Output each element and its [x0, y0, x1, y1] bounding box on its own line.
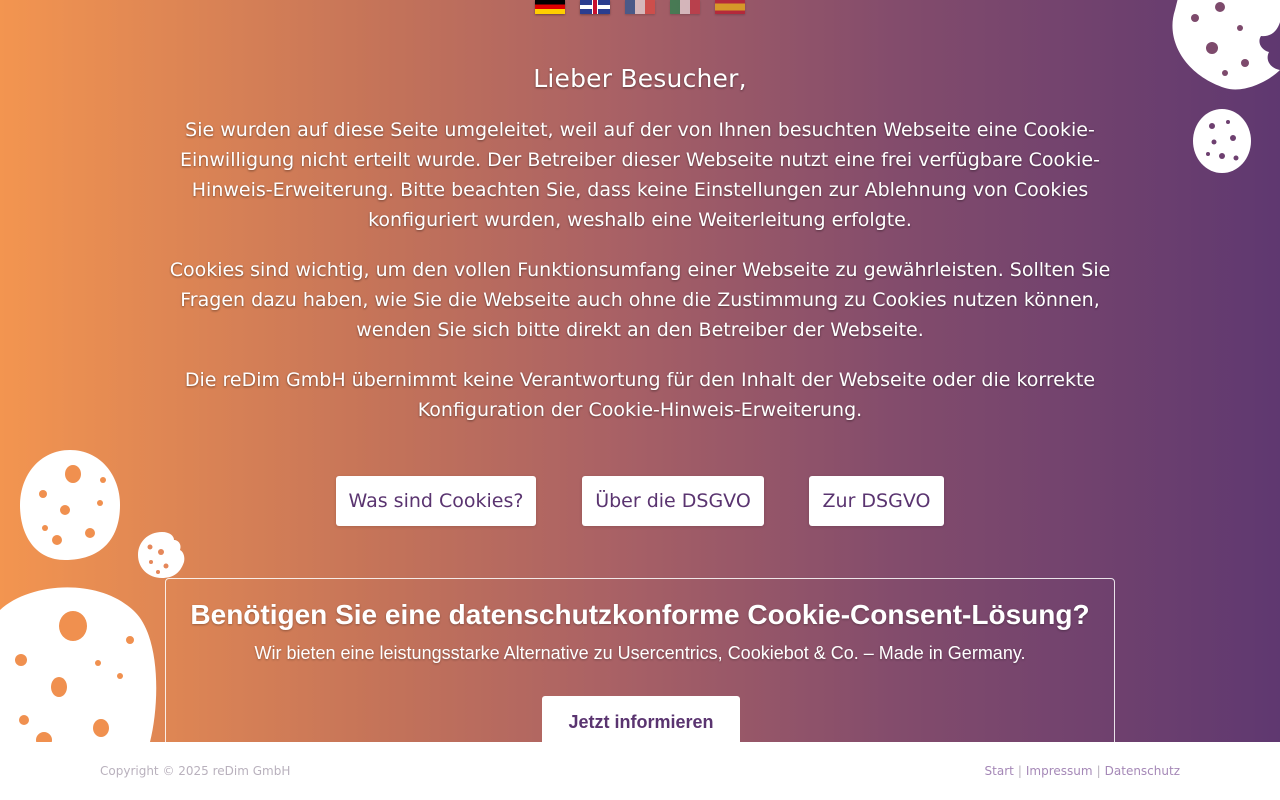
footer-links: Start | Impressum | Datenschutz: [985, 764, 1180, 778]
what-are-cookies-button[interactable]: Was sind Cookies?: [336, 476, 536, 526]
cookie-importance-text: Cookies sind wichtig, um den vollen Funk…: [169, 259, 1111, 341]
to-dsgvo-button[interactable]: Zur DSGVO: [809, 476, 944, 526]
cookie-icon: [1172, 0, 1280, 90]
greeting-heading: Lieber Besucher,: [533, 64, 747, 93]
learn-more-button[interactable]: Jetzt informieren: [542, 696, 740, 742]
info-button-row: Was sind Cookies? Über die DSGVO Zur DSG…: [0, 476, 1280, 526]
footer: Copyright © 2025 reDim GmbH Start | Impres…: [0, 742, 1280, 800]
about-dsgvo-button[interactable]: Über die DSGVO: [582, 476, 764, 526]
flag-spain-icon[interactable]: [715, 0, 745, 14]
footer-link-start[interactable]: Start: [985, 764, 1014, 778]
cookie-icon: [138, 532, 185, 578]
notice-content: Lieber Besucher, Sie wurden auf diese Se…: [140, 64, 1140, 445]
flag-uk-icon[interactable]: [580, 0, 610, 14]
footer-separator: |: [1017, 764, 1022, 778]
cookie-icon: [0, 587, 157, 742]
footer-separator: |: [1096, 764, 1101, 778]
footer-link-datenschutz[interactable]: Datenschutz: [1105, 764, 1180, 778]
promo-box: Benötigen Sie eine datenschutzkonforme C…: [165, 578, 1115, 742]
flag-italy-icon[interactable]: [670, 0, 700, 14]
promo-title: Benötigen Sie eine datenschutzkonforme C…: [190, 599, 1090, 630]
footer-link-impressum[interactable]: Impressum: [1026, 764, 1093, 778]
language-switcher: [535, 0, 745, 14]
copyright-text: Copyright © 2025 reDim GmbH: [100, 764, 291, 778]
hero-section: Lieber Besucher, Sie wurden auf diese Se…: [0, 0, 1280, 742]
cookie-icon: [1193, 109, 1251, 173]
redirect-explanation: Sie wurden auf diese Seite umgeleitet, w…: [180, 119, 1100, 231]
flag-france-icon[interactable]: [625, 0, 655, 14]
disclaimer-text: Die reDim GmbH übernimmt keine Verantwor…: [184, 369, 1096, 421]
flag-germany-icon[interactable]: [535, 0, 565, 14]
promo-subtitle: Wir bieten eine leistungsstarke Alternat…: [254, 643, 1026, 663]
